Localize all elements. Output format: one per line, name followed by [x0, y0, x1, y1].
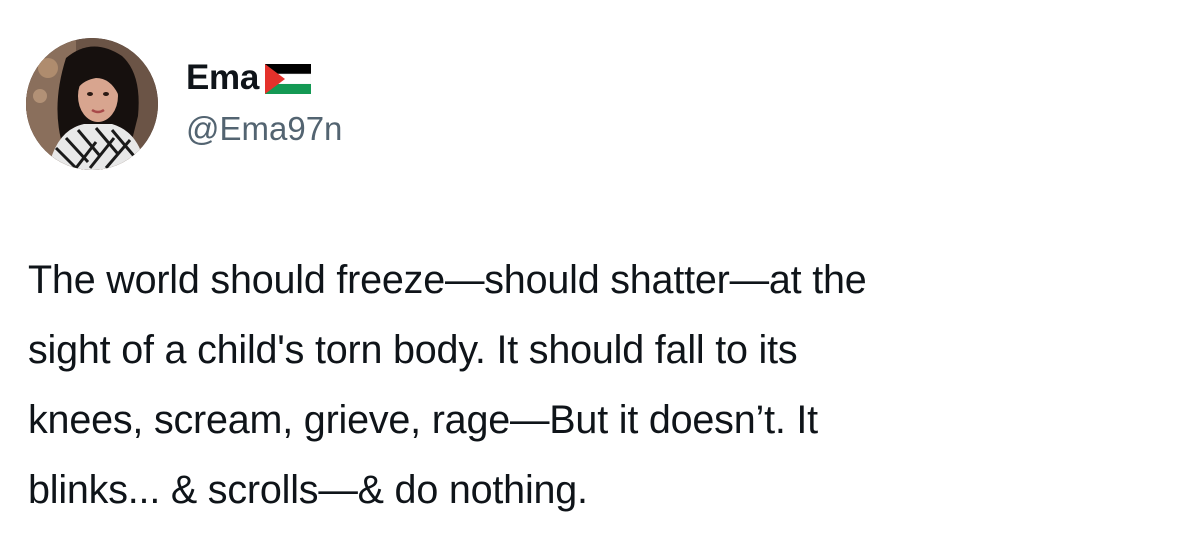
palestine-flag-icon [265, 64, 312, 94]
tweet-text-line: The world should freeze—should shatter—a… [28, 258, 867, 302]
author-display-name[interactable]: Ema [186, 58, 259, 98]
tweet-text-line: knees, scream, grieve, rage—But it doesn… [28, 398, 818, 442]
author-handle[interactable]: @Ema97n [186, 110, 342, 148]
avatar-image [26, 38, 158, 170]
profile-avatar[interactable] [26, 38, 158, 170]
author-name-row: Ema [186, 56, 312, 100]
tweet-text-line: sight of a child's torn body. It should … [28, 328, 798, 372]
tweet-card: Ema @Ema97n The world should freeze—shou… [0, 0, 1179, 560]
tweet-text: The world should freeze—should shatter—a… [28, 245, 1158, 525]
tweet-text-line: blinks... & scrolls—& do nothing. [28, 468, 588, 512]
